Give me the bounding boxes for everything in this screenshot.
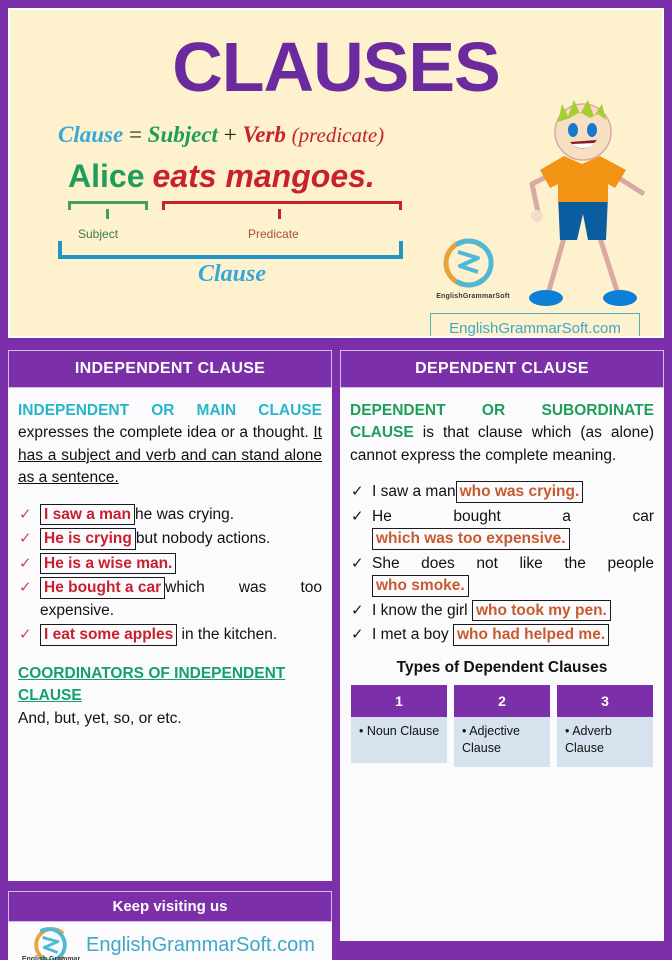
list-item: ✓ I eat some apples in the kitchen. bbox=[18, 624, 322, 646]
clause-rest: in the kitchen. bbox=[181, 626, 278, 644]
dependent-clause-body: DEPENDENT OR SUBORDINATE CLAUSE is that … bbox=[340, 388, 664, 941]
type-number: 2 bbox=[454, 685, 550, 718]
clause-bracket bbox=[58, 241, 403, 259]
type-label: • Noun Clause bbox=[351, 717, 447, 764]
clause-before: I know the girl bbox=[372, 601, 468, 619]
check-icon: ✓ bbox=[19, 626, 32, 644]
type-number: 1 bbox=[351, 685, 447, 718]
list-item: ✓ She does not like the people who smoke… bbox=[350, 553, 654, 598]
bullet-icon: • bbox=[359, 724, 364, 739]
clause-before: He bought a car bbox=[372, 507, 654, 525]
list-item: ✓ I met a boy who had helped me. bbox=[350, 624, 654, 646]
list-item: ✓ He bought a car which was too expensive… bbox=[350, 506, 654, 551]
clause-highlight: who was crying. bbox=[455, 481, 584, 503]
clause-highlight: I saw a man bbox=[40, 503, 136, 526]
check-icon: ✓ bbox=[19, 579, 32, 597]
type-label-text: Noun Clause bbox=[366, 724, 440, 739]
english-grammar-logo-icon bbox=[34, 927, 67, 960]
formula-predicate: (predicate) bbox=[291, 123, 385, 147]
header-url-badge[interactable]: EnglishGrammarSoft.com bbox=[430, 313, 640, 336]
dependent-clause-column: DEPENDENT CLAUSE DEPENDENT OR SUBORDINAT… bbox=[340, 350, 664, 960]
formula-plus: + bbox=[223, 122, 237, 147]
clause-highlight: which was too expensive. bbox=[372, 528, 570, 550]
clause-rest: but nobody actions. bbox=[135, 530, 271, 548]
check-icon: ✓ bbox=[351, 601, 364, 619]
predicate-bracket bbox=[162, 201, 402, 210]
boy-illustration bbox=[529, 100, 646, 306]
header-panel: CLAUSES Clause = Subject + Verb (predica… bbox=[8, 8, 664, 338]
clause-comparison: INDEPENDENT CLAUSE INDEPENDENT OR MAIN C… bbox=[8, 350, 664, 960]
bullet-icon: • bbox=[462, 724, 467, 739]
list-item: ✓ He bought a carwhich was too expensive… bbox=[18, 577, 322, 622]
type-number: 3 bbox=[557, 685, 653, 718]
clause-highlight: He is crying bbox=[40, 528, 136, 550]
clause-before: I met a boy bbox=[372, 626, 449, 644]
list-item: ✓ He is crying but nobody actions. bbox=[18, 528, 322, 550]
type-label-text: Adjective Clause bbox=[462, 724, 520, 756]
dependent-examples-list: ✓ I saw a man who was crying. ✓ He bought… bbox=[350, 481, 654, 646]
list-item: ✓ He is a wise man. bbox=[18, 552, 322, 575]
check-icon: ✓ bbox=[351, 483, 364, 501]
clause-highlight: who smoke. bbox=[372, 575, 469, 597]
clause-highlight: He bought a car bbox=[40, 577, 166, 599]
clause-before: I saw a man bbox=[372, 483, 456, 501]
clause-highlight: who took my pen. bbox=[471, 599, 611, 622]
independent-clause-heading: INDEPENDENT CLAUSE bbox=[8, 350, 332, 388]
footer-body: English Grammar EnglishGrammarSoft.com bbox=[8, 922, 332, 960]
clause-highlight: who had helped me. bbox=[453, 624, 610, 646]
independent-clause-column: INDEPENDENT CLAUSE INDEPENDENT OR MAIN C… bbox=[8, 350, 332, 960]
independent-lead-plain: expresses the complete idea or a thought… bbox=[18, 424, 314, 442]
formula-equals: = bbox=[128, 122, 142, 147]
list-item: ✓ I saw a man he was crying. bbox=[18, 503, 322, 526]
independent-lead-key: INDEPENDENT OR MAIN CLAUSE bbox=[18, 402, 322, 419]
formula-subject: Subject bbox=[147, 122, 218, 147]
predicate-bracket-tick bbox=[278, 209, 281, 219]
type-card-1: 1 • Noun Clause bbox=[351, 685, 447, 767]
coordinators-body: And, but, yet, so, or etc. bbox=[18, 709, 182, 727]
footer-logo-caption: English Grammar bbox=[21, 956, 81, 960]
coordinators-heading: COORDINATORS OF INDEPENDENT CLAUSE bbox=[18, 664, 286, 705]
subject-label: Subject bbox=[78, 227, 119, 241]
type-card-2: 2 • Adjective Clause bbox=[454, 685, 550, 768]
type-label: • Adverb Clause bbox=[557, 717, 653, 768]
formula-verb: Verb bbox=[242, 122, 286, 147]
dependent-lead: DEPENDENT OR SUBORDINATE CLAUSE is that … bbox=[350, 400, 654, 467]
type-label-text: Adverb Clause bbox=[565, 724, 612, 756]
types-table: 1 • Noun Clause 2 • Adjective Clause 3 •… bbox=[350, 685, 654, 768]
predicate-label: Predicate bbox=[248, 227, 299, 241]
list-item: ✓ I know the girl who took my pen. bbox=[350, 599, 654, 622]
list-item: ✓ I saw a man who was crying. bbox=[350, 481, 654, 503]
footer-url[interactable]: EnglishGrammarSoft.com bbox=[86, 934, 315, 957]
check-icon: ✓ bbox=[19, 554, 32, 572]
infographic-poster: CLAUSES Clause = Subject + Verb (predica… bbox=[0, 0, 672, 960]
types-table-title: Types of Dependent Clauses bbox=[396, 658, 608, 676]
check-icon: ✓ bbox=[351, 507, 364, 525]
subject-bracket-tick bbox=[106, 209, 109, 219]
independent-clause-body: INDEPENDENT OR MAIN CLAUSE expresses the… bbox=[8, 388, 332, 881]
page-title: CLAUSES bbox=[172, 28, 500, 106]
sentence-predicate: eats mangoes. bbox=[152, 158, 375, 194]
clause-highlight: I eat some apples bbox=[40, 624, 178, 646]
clause-rest: he was crying. bbox=[135, 505, 235, 523]
independent-examples-list: ✓ I saw a man he was crying. ✓ He is cryi… bbox=[18, 503, 322, 647]
check-icon: ✓ bbox=[19, 505, 32, 523]
type-card-3: 3 • Adverb Clause bbox=[557, 685, 653, 768]
clause-before: She does not like the people bbox=[372, 554, 654, 572]
check-icon: ✓ bbox=[351, 626, 364, 644]
independent-lead: INDEPENDENT OR MAIN CLAUSE expresses the… bbox=[18, 400, 322, 490]
type-label: • Adjective Clause bbox=[454, 717, 550, 768]
check-icon: ✓ bbox=[351, 554, 364, 572]
sentence-subject: Alice bbox=[68, 158, 145, 194]
formula-clause: Clause bbox=[58, 122, 124, 147]
footer-heading: Keep visiting us bbox=[8, 891, 332, 922]
check-icon: ✓ bbox=[19, 530, 32, 548]
bullet-icon: • bbox=[565, 724, 570, 739]
clause-label: Clause bbox=[198, 261, 267, 287]
footer-panel: Keep visiting us English Grammar English… bbox=[8, 891, 332, 960]
englishgrammarsoft-logo-icon bbox=[443, 238, 494, 288]
clause-highlight: He is a wise man. bbox=[40, 552, 177, 575]
dependent-clause-heading: DEPENDENT CLAUSE bbox=[340, 350, 664, 388]
